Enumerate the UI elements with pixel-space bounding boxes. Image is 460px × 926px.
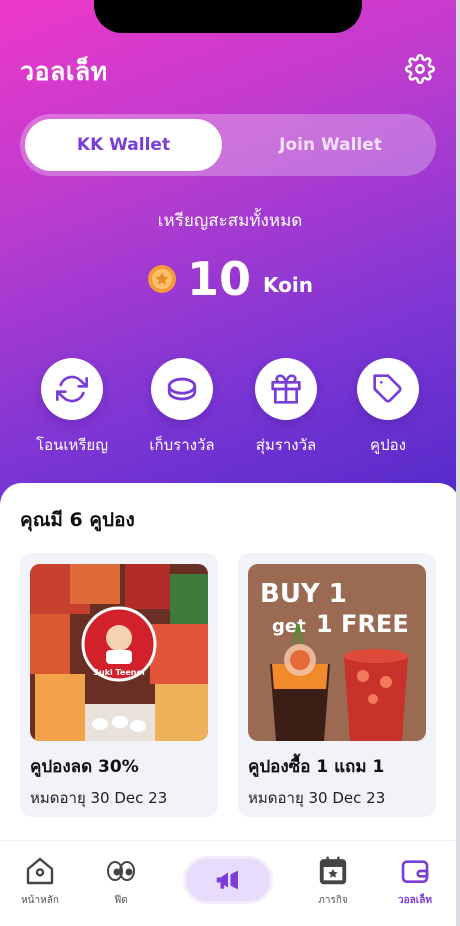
action-collect[interactable]: เก็บรางวัล	[127, 358, 237, 457]
coupon-name: คูปองซื้อ 1 แถม 1	[248, 757, 385, 777]
refresh-icon	[56, 375, 88, 403]
action-random-label: สุ่มรางวัล	[255, 436, 317, 454]
action-transfer-label: โอนเหรียญ	[36, 436, 108, 454]
action-coupon-label: คูปอง	[370, 436, 406, 454]
megaphone-icon	[216, 870, 238, 890]
nav-item-mission[interactable]: ภารกิจ	[298, 855, 368, 908]
nav-item-feed[interactable]: ฟีด	[86, 855, 156, 908]
coupon-image-drinks: BUY 1 get 1 FREE	[248, 564, 426, 741]
wallet-switch: KK Wallet Join Wallet	[20, 114, 436, 176]
action-coupon[interactable]: คูปอง	[333, 358, 443, 457]
nav-label-home: หน้าหลัก	[21, 895, 59, 906]
eyes-icon	[107, 861, 135, 881]
wallet-icon	[401, 860, 429, 883]
nav-label-wallet: วอลเล็ท	[398, 895, 432, 906]
coupon-card[interactable]: Suki Teenoi คูปองลด 30% หมดอายุ 30 Dec 2…	[20, 553, 218, 817]
promo-line-1: BUY 1	[260, 579, 347, 609]
coupon-expiry: หมดอายุ 30 Dec 23	[30, 789, 168, 807]
koin-coin-icon	[148, 265, 176, 293]
scrollbar[interactable]	[456, 0, 460, 926]
gift-icon	[271, 374, 301, 404]
action-collect-label: เก็บรางวัล	[149, 436, 215, 454]
promo-line-2b: 1 FREE	[316, 610, 409, 638]
nav-label-feed: ฟีด	[114, 895, 128, 906]
action-random[interactable]: สุ่มรางวัล	[231, 358, 341, 457]
nav-label-mission: ภารกิจ	[318, 895, 348, 906]
coupon-image-suki: Suki Teenoi	[30, 564, 208, 741]
announce-button[interactable]	[183, 856, 273, 904]
tab-kk-wallet[interactable]: KK Wallet	[25, 119, 222, 171]
device-notch	[94, 0, 362, 33]
nav-item-wallet[interactable]: วอลเล็ท	[380, 855, 450, 908]
gear-icon[interactable]	[405, 54, 435, 84]
coin-icon	[167, 377, 197, 401]
tab-join-wallet[interactable]: Join Wallet	[230, 119, 431, 171]
coupon-count-heading: คุณมี 6 คูปอง	[20, 509, 135, 531]
coupon-expiry: หมดอายุ 30 Dec 23	[248, 789, 386, 807]
balance-display: 10 Koin	[0, 253, 460, 305]
coupon-name: คูปองลด 30%	[30, 757, 139, 777]
suki-logo-text: Suki Teenoi	[93, 668, 145, 677]
page-title: วอลเล็ท	[20, 57, 108, 86]
tag-icon	[373, 374, 402, 403]
action-transfer[interactable]: โอนเหรียญ	[17, 358, 127, 457]
balance-value: 10	[187, 252, 252, 306]
home-icon	[26, 857, 54, 885]
calendar-star-icon	[319, 856, 347, 885]
balance-unit: Koin	[263, 273, 313, 297]
nav-item-home[interactable]: หน้าหลัก	[5, 855, 75, 908]
bottom-nav: หน้าหลัก ฟีด ภารกิจ วอลเล็ท	[0, 840, 460, 926]
balance-label: เหรียญสะสมทั้งหมด	[157, 211, 303, 231]
coupon-card[interactable]: BUY 1 get 1 FREE คูปองซื้อ 1 แถม 1 หมดอา…	[238, 553, 436, 817]
